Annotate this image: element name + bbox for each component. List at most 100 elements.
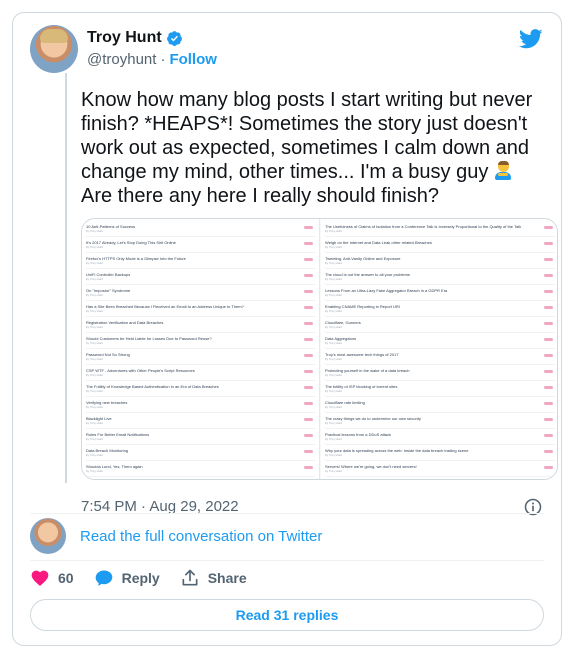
blog-draft-row: Weigh on the Internet and Data Leak othe… bbox=[325, 237, 555, 253]
blog-draft-meta: by Troy Hunt bbox=[325, 309, 343, 313]
blog-draft-title: Cloudflare rate limiting bbox=[325, 400, 365, 405]
author-name[interactable]: Troy Hunt bbox=[87, 29, 162, 47]
blog-draft-title: Cloudflare, Gunners bbox=[325, 320, 361, 325]
blog-draft-meta: by Troy Hunt bbox=[86, 453, 104, 457]
blog-draft-title: Lessons From an Ultra-Lazy Fake Aggregat… bbox=[325, 288, 448, 293]
draft-tag bbox=[304, 306, 313, 309]
blog-draft-meta: by Troy Hunt bbox=[325, 389, 343, 393]
blog-draft-title: Should Customers be Held Liable for Loss… bbox=[86, 336, 212, 341]
blog-draft-meta: by Troy Hunt bbox=[86, 469, 104, 473]
blog-draft-meta: by Troy Hunt bbox=[325, 437, 343, 441]
blog-draft-row: Registration Verification and Data Breac… bbox=[86, 317, 315, 333]
blog-draft-meta: by Troy Hunt bbox=[325, 293, 343, 297]
blog-draft-row: The futility of ISP blocking of torrent … bbox=[325, 381, 555, 397]
blog-draft-row: Data Aggregators by Troy Hunt bbox=[325, 333, 555, 349]
draft-tag bbox=[544, 418, 553, 421]
verified-badge-icon bbox=[166, 30, 182, 46]
blog-draft-meta: by Troy Hunt bbox=[86, 405, 104, 409]
heart-icon[interactable] bbox=[30, 568, 50, 588]
like-action[interactable]: 60 bbox=[30, 568, 74, 588]
blog-draft-title: The futility of ISP blocking of torrent … bbox=[325, 384, 398, 389]
draft-tag bbox=[304, 322, 313, 325]
blog-draft-meta: by Troy Hunt bbox=[325, 405, 343, 409]
blog-draft-meta: by Troy Hunt bbox=[325, 325, 343, 329]
blog-draft-row: Has a Site Been Breached Because I Recei… bbox=[86, 301, 315, 317]
share-action[interactable]: Share bbox=[180, 568, 247, 588]
draft-tag bbox=[304, 370, 313, 373]
info-icon[interactable] bbox=[523, 497, 543, 517]
follow-button[interactable]: Follow bbox=[169, 51, 217, 68]
blog-draft-row: The crazy things we do to undermine our … bbox=[325, 413, 555, 429]
blog-draft-row: It's 2017 Already, Let's Stop Doing This… bbox=[86, 237, 315, 253]
draft-tag bbox=[544, 306, 553, 309]
blog-draft-title: 5 things developers can do to start doin… bbox=[86, 477, 299, 479]
author-handle[interactable]: @troyhunt bbox=[87, 51, 156, 68]
blog-draft-title: Servers! Where we're going, we don't nee… bbox=[325, 464, 417, 469]
blog-draft-meta: by Troy Hunt bbox=[325, 469, 343, 473]
attached-image[interactable]: 10 Anti-Patterns of Success by Troy Hunt I… bbox=[81, 218, 558, 480]
blog-draft-title: Verifying new breaches bbox=[86, 400, 128, 405]
blog-draft-meta: by Troy Hunt bbox=[86, 357, 104, 361]
blog-draft-title: The Futility of Knowledge Based Authenti… bbox=[86, 384, 219, 389]
blog-draft-meta: by Troy Hunt bbox=[86, 261, 104, 265]
blog-draft-meta: by Troy Hunt bbox=[325, 373, 343, 377]
blog-draft-title: Breach notification and guidance: here's… bbox=[325, 477, 539, 479]
twitter-bird-icon[interactable] bbox=[519, 29, 543, 49]
blog-draft-row: Cloudflare rate limiting by Troy Hunt bbox=[325, 397, 555, 413]
blog-draft-title: The crazy things we do to undermine our … bbox=[325, 416, 421, 421]
blog-draft-row: Rules For Better Email Notifications by T… bbox=[86, 429, 315, 445]
blog-draft-meta: by Troy Hunt bbox=[325, 229, 343, 233]
author-avatar[interactable] bbox=[30, 25, 78, 73]
blog-draft-title: Enabling CNAME Reporting in Report URI bbox=[325, 304, 400, 309]
draft-tag bbox=[304, 466, 313, 469]
blog-draft-row: 5 things developers can do to start doin… bbox=[86, 477, 315, 479]
blog-draft-row: Enabling CNAME Reporting in Report URI by… bbox=[325, 301, 555, 317]
blog-draft-row: CSP WTF - Adventures with Other People's… bbox=[86, 365, 315, 381]
blog-draft-row: The Futility of Knowledge Based Authenti… bbox=[86, 381, 315, 397]
blog-draft-title: Data Aggregators bbox=[325, 336, 357, 341]
draft-tag bbox=[544, 466, 553, 469]
blog-draft-title: Why your data is spreading across the we… bbox=[325, 448, 469, 453]
tweet-text-part-1: Know how many blog posts I start writing… bbox=[81, 89, 538, 183]
blog-draft-meta: by Troy Hunt bbox=[86, 245, 104, 249]
draft-tag bbox=[544, 274, 553, 277]
blog-draft-meta: by Troy Hunt bbox=[86, 277, 104, 281]
tweet-text-part-2: Are there any here I really should finis… bbox=[81, 185, 439, 207]
blog-draft-title: Practical lessons from a DDoS attack bbox=[325, 432, 392, 437]
blog-draft-row: Breach notification and guidance: here's… bbox=[325, 477, 555, 479]
draft-tag bbox=[304, 258, 313, 261]
blog-draft-title: It's 2017 Already, Let's Stop Doing This… bbox=[86, 240, 176, 245]
blog-draft-title: On "Impostor" Syndrome bbox=[86, 288, 131, 293]
tweet-card: Troy Hunt @troyhunt · Follow Know how ma… bbox=[12, 12, 562, 646]
draft-tag bbox=[304, 242, 313, 245]
blog-draft-row: Troy's most awesome tech things of 2017 b… bbox=[325, 349, 555, 365]
blog-draft-row: The Usefulness of Claims of Isolation fr… bbox=[325, 221, 555, 237]
blog-draft-title: Tweeting, Anti-Vanity Online and Exposur… bbox=[325, 256, 401, 261]
blog-draft-title: Weigh on the Internet and Data Leak othe… bbox=[325, 240, 432, 245]
draft-tag bbox=[304, 434, 313, 437]
blog-draft-meta: by Troy Hunt bbox=[86, 437, 104, 441]
read-replies-label: Read 31 replies bbox=[235, 607, 339, 623]
blog-draft-meta: by Troy Hunt bbox=[86, 373, 104, 377]
read-full-conversation-link[interactable]: Read the full conversation on Twitter bbox=[80, 528, 322, 545]
divider bbox=[30, 560, 544, 561]
blog-draft-row: Tweeting, Anti-Vanity Online and Exposur… bbox=[325, 253, 555, 269]
separator-dot: · bbox=[160, 51, 166, 68]
read-replies-button[interactable]: Read 31 replies bbox=[30, 599, 544, 631]
reply-label: Reply bbox=[121, 570, 160, 586]
blog-draft-row: The cloud is not the answer to all your … bbox=[325, 269, 555, 285]
tweet-text: Know how many blog posts I start writing… bbox=[81, 88, 551, 208]
share-icon[interactable] bbox=[180, 568, 200, 588]
draft-tag bbox=[544, 242, 553, 245]
blog-draft-row: Cloudflare, Gunners by Troy Hunt bbox=[325, 317, 555, 333]
blog-draft-meta: by Troy Hunt bbox=[86, 229, 104, 233]
blog-draft-meta: by Troy Hunt bbox=[325, 245, 343, 249]
draft-tag bbox=[304, 354, 313, 357]
draft-tag bbox=[304, 226, 313, 229]
reply-bubble-icon[interactable] bbox=[94, 568, 114, 588]
blog-draft-row: Verifying new breaches by Troy Hunt bbox=[86, 397, 315, 413]
blog-draft-row: Password Not So Strong by Troy Hunt bbox=[86, 349, 315, 365]
read-conversation-row[interactable]: Read the full conversation on Twitter bbox=[30, 518, 322, 554]
reply-action[interactable]: Reply bbox=[94, 568, 160, 588]
blog-drafts-list-right: The Usefulness of Claims of Isolation fr… bbox=[321, 219, 557, 479]
